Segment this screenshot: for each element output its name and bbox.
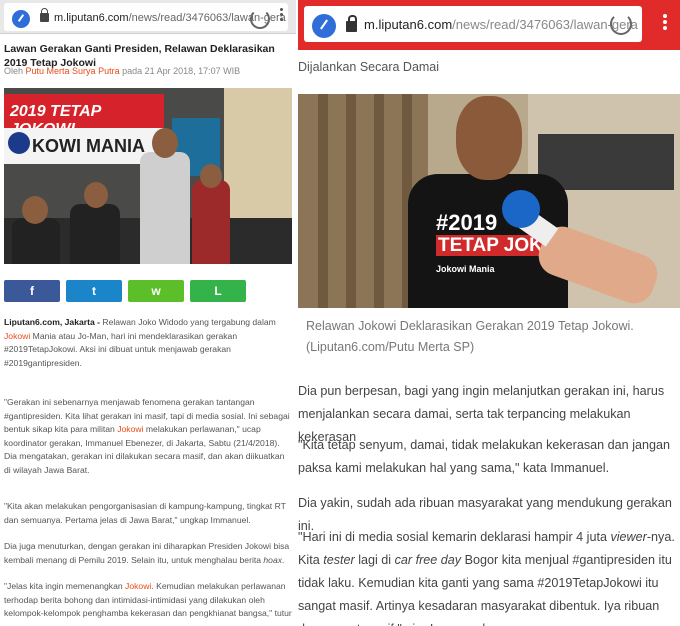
facebook-icon: f — [30, 284, 34, 298]
author-link[interactable]: Putu Merta Surya Putra — [26, 66, 120, 76]
browser-toolbar: m.liputan6.com/news/read/3476063/lawan-g… — [0, 0, 296, 34]
menu-dots-icon[interactable] — [660, 12, 670, 38]
banner: 2019 TETAP JOKOWI — [4, 94, 164, 138]
address-bar[interactable]: m.liputan6.com/news/read/3476063/lawan-g… — [304, 6, 642, 42]
share-twitter-button[interactable]: t — [66, 280, 122, 302]
line-icon: L — [214, 284, 222, 298]
article-paragraph: "Gerakan ini sebenarnya menjawab fenomen… — [4, 397, 290, 475]
share-line-button[interactable]: L — [190, 280, 246, 302]
url-text[interactable]: m.liputan6.com/news/read/3476063/lawan-g… — [364, 17, 638, 32]
keyword-link[interactable]: Jokowi — [4, 331, 30, 341]
lock-icon[interactable] — [40, 8, 49, 22]
reload-icon[interactable] — [250, 9, 270, 29]
article-byline: Oleh Putu Merta Surya Putra pada 21 Apr … — [4, 66, 241, 76]
address-bar[interactable]: m.liputan6.com/news/read/3476063/lawan-g… — [4, 3, 288, 31]
article-photo: 2019 TETAP JOKOWI KOWI MANIA — [4, 88, 292, 264]
microphone-head — [502, 190, 540, 228]
section-subheading: Dijalankan Secara Damai — [298, 60, 440, 74]
reload-icon[interactable] — [610, 13, 632, 35]
person-head — [456, 96, 522, 180]
keyword-link[interactable]: Jokowi — [117, 424, 143, 434]
article-paragraph: Liputan6.com, Jakarta - Relawan Joko Wid… — [4, 317, 276, 368]
banner-logo — [8, 132, 30, 154]
photo-caption: Relawan Jokowi Deklarasikan Gerakan 2019… — [306, 319, 634, 354]
speedometer-icon[interactable] — [312, 14, 336, 38]
share-facebook-button[interactable]: f — [4, 280, 60, 302]
article-paragraph: "Jelas kita ingin memenangkan Jokowi. Ke… — [4, 581, 292, 618]
left-screenshot: m.liputan6.com/news/read/3476063/lawan-g… — [0, 0, 296, 626]
speedometer-icon[interactable] — [12, 10, 30, 28]
right-screenshot: m.liputan6.com/news/read/3476063/lawan-g… — [298, 0, 680, 626]
article-paragraph: "Kita tetap senyum, damai, tidak melakuk… — [298, 438, 671, 475]
article-paragraph: "Hari ini di media sosial kemarin deklar… — [298, 530, 675, 626]
keyword-link[interactable]: Jokowi — [125, 581, 151, 591]
article-paragraph: "Kita akan melakukan pengorganisasian di… — [4, 501, 286, 525]
twitter-icon: t — [92, 284, 96, 298]
article-photo: #2019 TETAP JOKOWI Jokowi Mania — [298, 94, 680, 308]
article-paragraph: Dia juga menuturkan, dengan gerakan ini … — [4, 541, 290, 565]
whatsapp-icon: w — [151, 284, 161, 298]
share-whatsapp-button[interactable]: w — [128, 280, 184, 302]
lock-icon[interactable] — [346, 15, 357, 32]
browser-toolbar: m.liputan6.com/news/read/3476063/lawan-g… — [298, 0, 680, 50]
menu-dots-icon[interactable] — [276, 6, 286, 26]
